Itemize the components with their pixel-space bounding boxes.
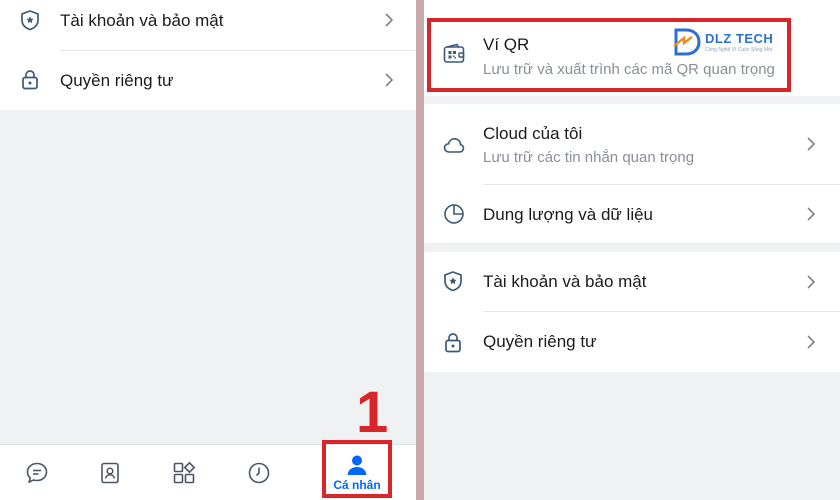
chevron-right-icon	[807, 137, 816, 151]
menu-item-privacy[interactable]: Quyền riêng tư	[424, 312, 840, 372]
highlight-box-qr-wallet	[427, 18, 791, 92]
pie-chart-icon	[442, 202, 466, 226]
account-privacy-card: Tài khoản và bảo mật Quyền riêng tư	[424, 252, 840, 372]
chevron-right-icon	[807, 207, 816, 221]
shield-icon	[442, 270, 464, 292]
cloud-storage-card: Cloud của tôi Lưu trữ các tin nhắn quan …	[424, 104, 840, 243]
cloud-subtitle: Lưu trữ các tin nhắn quan trọng	[483, 149, 695, 166]
clock-icon	[248, 462, 270, 484]
menu-item-label: Quyền riêng tư	[60, 71, 174, 90]
nav-timeline[interactable]	[229, 445, 289, 500]
nav-messages[interactable]	[7, 445, 67, 500]
menu-item-account-security[interactable]: Tài khoản và bảo mật	[424, 252, 840, 311]
chevron-right-icon	[385, 13, 394, 27]
chevron-right-icon	[807, 335, 816, 349]
settings-list: Tài khoản và bảo mật Quyền riêng tư	[0, 0, 416, 110]
account-title: Tài khoản và bảo mật	[483, 272, 647, 291]
shield-icon	[19, 9, 41, 31]
lock-icon	[19, 68, 41, 90]
menu-item-label: Tài khoản và bảo mật	[60, 11, 224, 30]
step-number-1: 1	[356, 380, 389, 445]
lock-icon	[442, 331, 464, 353]
menu-item-privacy[interactable]: Quyền riêng tư	[0, 52, 416, 110]
privacy-title: Quyền riêng tư	[483, 332, 597, 351]
highlight-box-personal	[322, 440, 392, 498]
cloud-icon	[442, 133, 466, 157]
storage-title: Dung lượng và dữ liệu	[483, 205, 653, 224]
left-screen: Tài khoản và bảo mật Quyền riêng tư 1 Cá…	[0, 0, 416, 500]
menu-item-cloud[interactable]: Cloud của tôi Lưu trữ các tin nhắn quan …	[424, 104, 840, 184]
menu-item-storage[interactable]: Dung lượng và dữ liệu	[424, 185, 840, 243]
chevron-right-icon	[807, 275, 816, 289]
chevron-right-icon	[385, 73, 394, 87]
right-screen: Ví QR Lưu trữ và xuất trình các mã QR qu…	[424, 0, 840, 500]
nav-contacts[interactable]	[80, 445, 140, 500]
cloud-title: Cloud của tôi	[483, 124, 583, 143]
divider	[60, 50, 416, 51]
contacts-icon	[101, 462, 119, 484]
discover-grid-icon	[173, 461, 196, 484]
nav-discover[interactable]	[154, 445, 214, 500]
menu-item-account-security[interactable]: Tài khoản và bảo mật	[0, 0, 416, 52]
chat-bubble-icon	[26, 462, 48, 484]
